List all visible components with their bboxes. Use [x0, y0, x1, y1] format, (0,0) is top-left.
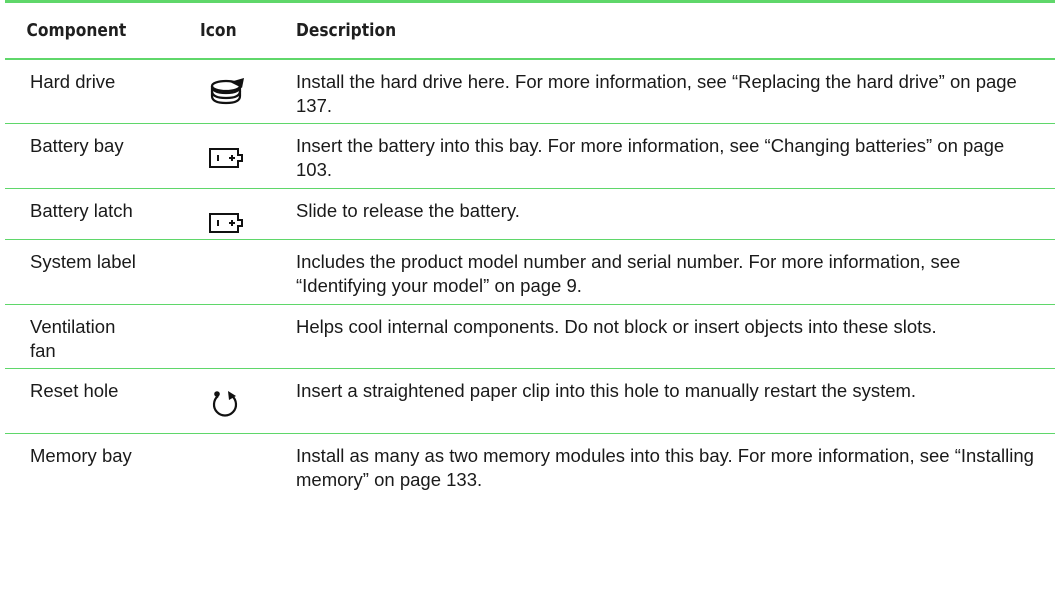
header-component: Component	[5, 3, 173, 60]
component-name: Battery bay	[30, 134, 124, 156]
component-description: Install the hard drive here. For more in…	[296, 59, 1055, 124]
table-header-row: Component Icon Description	[5, 3, 1055, 60]
component-name: Hard drive	[30, 71, 116, 92]
header-description: Description	[296, 3, 949, 60]
component-description: Slide to release the battery.	[296, 188, 1055, 240]
component-name: System label	[30, 250, 136, 272]
table-row: Ventilation fan Helps cool internal comp…	[5, 304, 1055, 369]
component-description: Helps cool internal components. Do not b…	[296, 304, 1055, 369]
table-row: Memory bay Install as many as two memory…	[5, 433, 1055, 497]
components-table: Component Icon Description Hard drive In…	[5, 3, 1055, 497]
battery-icon	[208, 146, 244, 176]
header-icon: Icon	[200, 3, 283, 60]
table-row: Hard drive Install the hard drive here. …	[5, 59, 1055, 124]
component-description: Install as many as two memory modules in…	[296, 444, 1034, 490]
table-row: System label Includes the product model …	[5, 239, 1055, 305]
reset-icon	[208, 389, 242, 429]
battery-icon	[208, 211, 244, 241]
component-description: Insert the battery into this bay. For mo…	[296, 123, 1055, 189]
component-name: Battery latch	[30, 199, 133, 221]
table-row: Battery latch Slide to release the batte…	[5, 188, 1055, 241]
component-name: Ventilation fan	[30, 315, 116, 361]
component-name: Memory bay	[30, 444, 132, 466]
component-name: Reset hole	[30, 379, 119, 401]
table-row: Reset hole Insert a straightened paper c…	[5, 368, 1055, 434]
component-description: Includes the product model number and se…	[296, 239, 1055, 305]
hard-drive-icon	[208, 74, 248, 120]
component-description: Insert a straightened paper clip into th…	[296, 368, 1055, 434]
table-row: Battery bay Insert the battery into this…	[5, 123, 1055, 189]
